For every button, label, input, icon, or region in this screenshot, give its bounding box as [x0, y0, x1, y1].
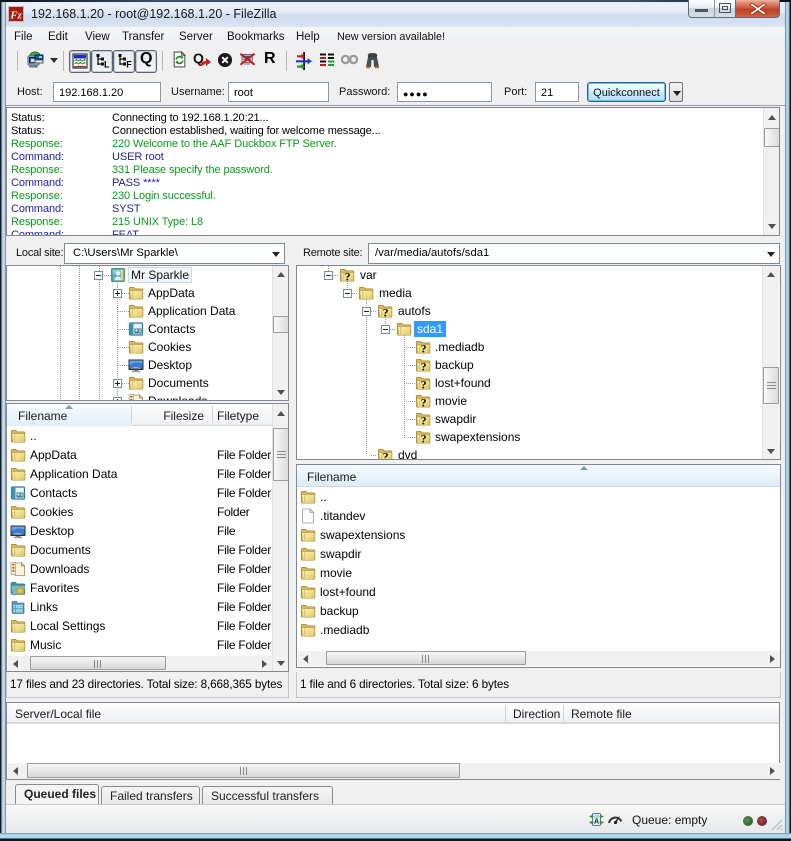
svg-text:F: F [126, 60, 132, 70]
svg-text:A: A [594, 819, 599, 826]
svg-text:L: L [104, 60, 110, 70]
svg-text:Fz: Fz [9, 10, 22, 22]
